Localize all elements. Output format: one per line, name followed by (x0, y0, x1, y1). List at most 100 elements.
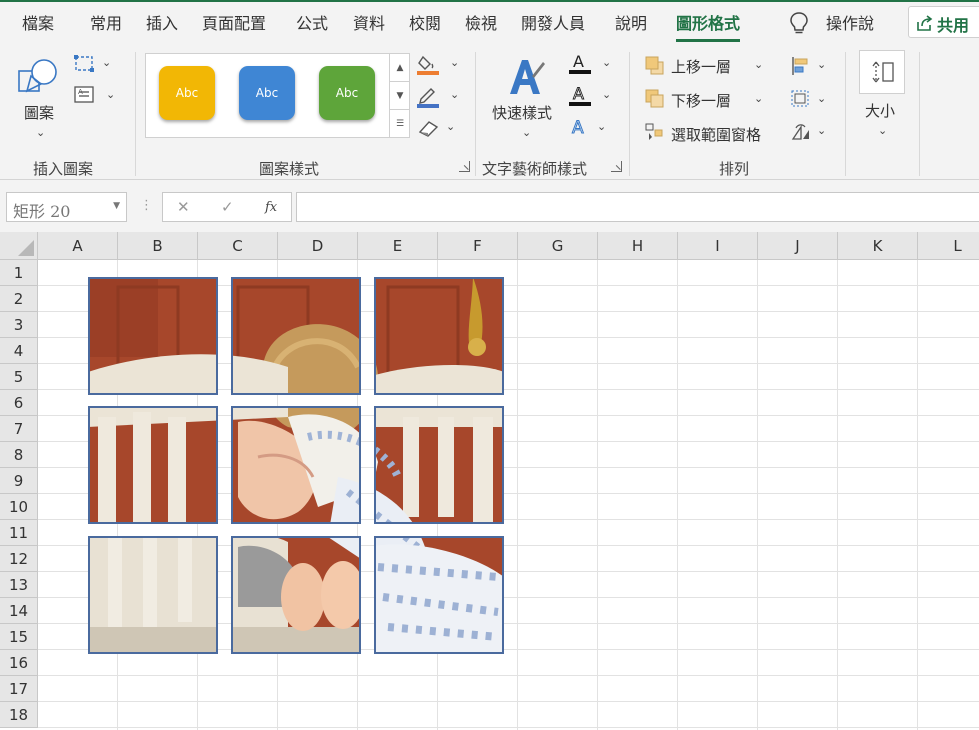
chevron-down-icon[interactable]: ⌄ (36, 126, 45, 139)
selection-pane-icon[interactable] (645, 122, 665, 142)
picture-tile-3-1[interactable] (88, 536, 218, 654)
chevron-down-icon[interactable]: ⌄ (817, 124, 826, 137)
rotate-icon[interactable] (790, 122, 812, 142)
insert-function-icon[interactable]: fx (265, 200, 277, 215)
column-header-i[interactable]: I (678, 232, 758, 260)
row-header-15[interactable]: 15 (0, 624, 38, 650)
picture-tile-2-2[interactable] (231, 406, 361, 524)
row-header-14[interactable]: 14 (0, 598, 38, 624)
column-header-j[interactable]: J (758, 232, 838, 260)
chevron-down-icon[interactable]: ⌄ (817, 58, 826, 71)
row-header-11[interactable]: 11 (0, 520, 38, 546)
select-all-button[interactable] (0, 232, 38, 260)
tab-view[interactable]: 檢視 (465, 10, 497, 34)
column-header-k[interactable]: K (838, 232, 918, 260)
align-icon[interactable] (790, 56, 812, 76)
bring-forward-label[interactable]: 上移一層 (671, 56, 731, 77)
tell-me-search[interactable]: 操作說 (826, 10, 874, 34)
share-button[interactable]: 共用 (908, 6, 979, 38)
chevron-down-icon[interactable]: ⌄ (450, 88, 459, 101)
size-label[interactable]: 大小 (865, 100, 895, 121)
row-header-3[interactable]: 3 (0, 312, 38, 338)
quick-styles-icon[interactable] (506, 54, 546, 98)
picture-tile-1-1[interactable] (88, 277, 218, 395)
send-backward-icon[interactable] (645, 89, 665, 109)
row-header-5[interactable]: 5 (0, 364, 38, 390)
chevron-down-icon[interactable]: ⌄ (450, 56, 459, 69)
send-backward-label[interactable]: 下移一層 (671, 90, 731, 111)
chevron-down-icon[interactable]: ⌄ (878, 124, 887, 137)
chevron-down-icon[interactable]: ⌄ (602, 56, 611, 69)
column-header-g[interactable]: G (518, 232, 598, 260)
selection-pane-label[interactable]: 選取範圍窗格 (671, 124, 761, 145)
row-header-12[interactable]: 12 (0, 546, 38, 572)
tab-developer[interactable]: 開發人員 (521, 10, 585, 34)
shape-fill-icon[interactable] (417, 54, 441, 76)
row-header-10[interactable]: 10 (0, 494, 38, 520)
gallery-scroll-up[interactable]: ▲ (389, 54, 410, 82)
row-header-8[interactable]: 8 (0, 442, 38, 468)
chevron-down-icon[interactable]: ⌄ (597, 120, 606, 133)
row-header-13[interactable]: 13 (0, 572, 38, 598)
row-header-6[interactable]: 6 (0, 390, 38, 416)
gallery-scroll-down[interactable]: ▼ (389, 82, 410, 110)
picture-tile-3-2[interactable] (231, 536, 361, 654)
chevron-down-icon[interactable]: ⌄ (817, 92, 826, 105)
text-fill-icon[interactable]: A (567, 52, 593, 76)
row-header-16[interactable]: 16 (0, 650, 38, 676)
shape-effects-icon[interactable] (417, 118, 441, 138)
chevron-down-icon[interactable]: ⌄ (106, 88, 115, 101)
text-outline-icon[interactable]: A (567, 84, 593, 108)
shape-style-preset-gold[interactable]: Abc (159, 66, 215, 120)
row-header-9[interactable]: 9 (0, 468, 38, 494)
chevron-down-icon[interactable]: ⌄ (754, 58, 763, 71)
picture-tile-1-2[interactable] (231, 277, 361, 395)
tab-review[interactable]: 校閱 (409, 10, 441, 34)
picture-tile-2-1[interactable] (88, 406, 218, 524)
bring-forward-icon[interactable] (645, 56, 665, 76)
shapes-icon[interactable] (17, 54, 61, 96)
shape-outline-icon[interactable] (417, 86, 441, 108)
chevron-down-icon[interactable]: ⌄ (446, 120, 455, 133)
column-header-f[interactable]: F (438, 232, 518, 260)
picture-tile-2-3[interactable] (374, 406, 504, 524)
column-header-l[interactable]: L (918, 232, 979, 260)
chevron-down-icon[interactable]: ⌄ (754, 92, 763, 105)
cancel-icon[interactable]: ✕ (177, 198, 190, 216)
tab-formulas[interactable]: 公式 (296, 10, 328, 34)
column-header-h[interactable]: H (598, 232, 678, 260)
chevron-down-icon[interactable]: ⌄ (102, 56, 111, 69)
tab-insert[interactable]: 插入 (146, 10, 178, 34)
picture-tile-1-3[interactable] (374, 277, 504, 395)
column-header-a[interactable]: A (38, 232, 118, 260)
enter-icon[interactable]: ✓ (221, 198, 234, 216)
chevron-down-icon[interactable]: ⌄ (602, 88, 611, 101)
row-header-1[interactable]: 1 (0, 260, 38, 286)
tab-page-layout[interactable]: 頁面配置 (202, 10, 266, 34)
quick-styles-label[interactable]: 快速樣式 (492, 102, 552, 123)
size-button[interactable] (859, 50, 905, 94)
edit-shape-icon[interactable] (74, 54, 96, 74)
formula-bar-splitter[interactable]: ⋮ (140, 198, 153, 213)
lightbulb-icon[interactable] (788, 11, 810, 35)
tab-data[interactable]: 資料 (353, 10, 385, 34)
tab-help[interactable]: 說明 (615, 10, 647, 34)
shape-style-preset-green[interactable]: Abc (319, 66, 375, 120)
chevron-down-icon[interactable]: ⌄ (522, 126, 531, 139)
shape-style-preset-blue[interactable]: Abc (239, 66, 295, 120)
shapes-label[interactable]: 圖案 (24, 102, 54, 123)
picture-tile-3-3[interactable] (374, 536, 504, 654)
tab-shape-format[interactable]: 圖形格式 (676, 10, 741, 42)
row-header-7[interactable]: 7 (0, 416, 38, 442)
row-header-17[interactable]: 17 (0, 676, 38, 702)
row-header-2[interactable]: 2 (0, 286, 38, 312)
column-header-e[interactable]: E (358, 232, 438, 260)
formula-input[interactable] (296, 192, 979, 222)
column-header-d[interactable]: D (278, 232, 358, 260)
tab-file[interactable]: 檔案 (22, 10, 54, 34)
wordart-styles-launcher-icon[interactable] (611, 161, 622, 172)
name-box[interactable]: 矩形 20 ▼ (6, 192, 127, 222)
shape-styles-launcher-icon[interactable] (459, 161, 470, 172)
gallery-more[interactable]: ☰ (389, 110, 410, 138)
row-header-4[interactable]: 4 (0, 338, 38, 364)
